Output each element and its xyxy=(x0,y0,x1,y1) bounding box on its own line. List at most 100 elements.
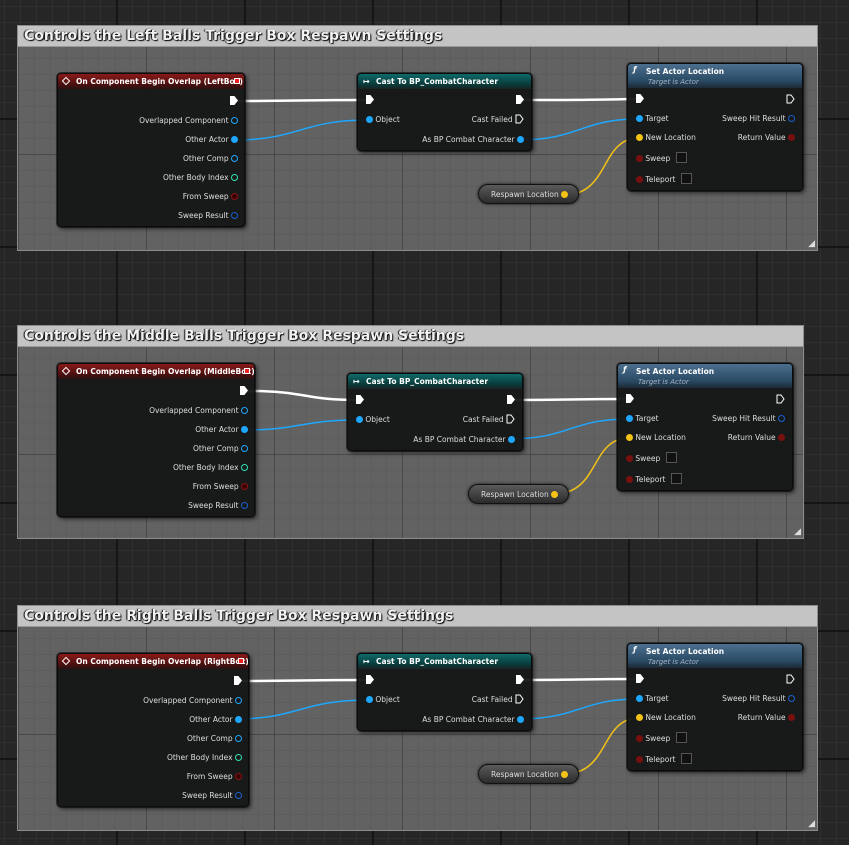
pin-other-body-index[interactable]: Other Body Index xyxy=(173,461,248,475)
resize-handle-icon[interactable]: ◢ xyxy=(794,527,801,537)
exec-in-pin[interactable] xyxy=(636,673,644,687)
event-delegate-pin[interactable] xyxy=(244,368,250,374)
exec-out-pin[interactable] xyxy=(234,675,242,689)
vector-pin-icon[interactable] xyxy=(561,771,568,778)
cast-node[interactable]: ↦ Cast To BP_CombatCharacter Object Cast… xyxy=(357,73,532,151)
pin-sweep-result[interactable]: Sweep Result xyxy=(188,499,248,513)
function-node-header[interactable]: ƒ Set Actor Location Target is Actor xyxy=(628,644,802,668)
pin-sweep[interactable]: Sweep xyxy=(636,732,688,746)
pin-cast-failed[interactable]: Cast Failed xyxy=(463,413,515,427)
pin-new-location[interactable]: New Location xyxy=(636,131,696,145)
exec-out-pin[interactable] xyxy=(507,394,515,408)
pin-from-sweep[interactable]: From Sweep xyxy=(193,480,248,494)
pin-sweep-hit-result[interactable]: Sweep Hit Result xyxy=(722,112,795,126)
cast-node[interactable]: ↦ Cast To BP_CombatCharacter Object Cast… xyxy=(347,373,523,451)
exec-in-pin[interactable] xyxy=(636,93,644,107)
function-node-header[interactable]: ƒ Set Actor Location Target is Actor xyxy=(628,64,802,88)
pin-sweep-hit-result[interactable]: Sweep Hit Result xyxy=(712,412,785,426)
pin-teleport[interactable]: Teleport xyxy=(636,173,693,187)
sweep-checkbox[interactable] xyxy=(676,152,688,163)
pin-other-comp[interactable]: Other Comp xyxy=(193,442,248,456)
respawn-location-variable[interactable]: Respawn Location xyxy=(468,484,569,504)
pin-cast-failed[interactable]: Cast Failed xyxy=(472,693,524,707)
pin-object[interactable]: Object xyxy=(356,413,390,427)
pin-overlapped-component[interactable]: Overlapped Component xyxy=(143,694,242,708)
pin-other-actor[interactable]: Other Actor xyxy=(185,133,238,147)
pin-other-comp[interactable]: Other Comp xyxy=(187,732,242,746)
pin-teleport[interactable]: Teleport xyxy=(626,473,683,487)
pin-label: Other Actor xyxy=(189,715,233,724)
resize-handle-icon[interactable]: ◢ xyxy=(808,239,815,249)
pin-target[interactable]: Target xyxy=(636,692,669,706)
sweep-checkbox[interactable] xyxy=(666,452,678,463)
exec-in-pin[interactable] xyxy=(626,393,634,407)
exec-out-pin[interactable] xyxy=(516,674,524,688)
pin-return-value[interactable]: Return Value xyxy=(738,711,795,725)
pin-from-sweep[interactable]: From Sweep xyxy=(187,770,242,784)
set-actor-location-node[interactable]: ƒ Set Actor Location Target is Actor Tar… xyxy=(617,363,793,491)
pin-sweep-result[interactable]: Sweep Result xyxy=(182,789,242,803)
pin-sweep[interactable]: Sweep xyxy=(626,452,678,466)
pin-sweep[interactable]: Sweep xyxy=(636,152,688,166)
teleport-checkbox[interactable] xyxy=(681,753,693,764)
event-delegate-pin[interactable] xyxy=(234,78,240,84)
event-node-right-box[interactable]: On Component Begin Overlap (RightBox) Ov… xyxy=(57,653,249,807)
pin-overlapped-component[interactable]: Overlapped Component xyxy=(139,114,238,128)
pin-new-location[interactable]: New Location xyxy=(636,711,696,725)
exec-out-pin[interactable] xyxy=(776,393,785,407)
pin-return-value[interactable]: Return Value xyxy=(728,431,785,445)
event-node-left-box[interactable]: On Component Begin Overlap (LeftBox) Ove… xyxy=(57,73,245,227)
pin-sweep-hit-result[interactable]: Sweep Hit Result xyxy=(722,692,795,706)
pin-overlapped-component[interactable]: Overlapped Component xyxy=(149,404,248,418)
pin-new-location[interactable]: New Location xyxy=(626,431,686,445)
event-node-header[interactable]: On Component Begin Overlap (RightBox) xyxy=(58,654,248,669)
exec-in-pin[interactable] xyxy=(356,394,364,408)
teleport-checkbox[interactable] xyxy=(671,473,683,484)
pin-other-body-index[interactable]: Other Body Index xyxy=(163,171,238,185)
exec-out-pin[interactable] xyxy=(786,93,795,107)
pin-teleport[interactable]: Teleport xyxy=(636,753,693,767)
set-actor-location-node[interactable]: ƒ Set Actor Location Target is Actor Tar… xyxy=(627,643,803,771)
cast-node-header[interactable]: ↦ Cast To BP_CombatCharacter xyxy=(348,374,522,389)
pin-from-sweep[interactable]: From Sweep xyxy=(183,190,238,204)
pin-object[interactable]: Object xyxy=(366,693,400,707)
sweep-checkbox[interactable] xyxy=(676,732,688,743)
pin-as-bp-combat-character[interactable]: As BP Combat Character xyxy=(422,713,524,727)
event-node-middle-box[interactable]: On Component Begin Overlap (MiddleBox) O… xyxy=(57,363,255,517)
pin-as-bp-combat-character[interactable]: As BP Combat Character xyxy=(422,133,524,147)
resize-handle-icon[interactable]: ◢ xyxy=(808,819,815,829)
exec-in-pin[interactable] xyxy=(366,674,374,688)
pin-other-actor[interactable]: Other Actor xyxy=(189,713,242,727)
comment-title[interactable]: Controls the Middle Balls Trigger Box Re… xyxy=(18,326,803,347)
respawn-location-variable[interactable]: Respawn Location xyxy=(478,764,579,784)
comment-title[interactable]: Controls the Left Balls Trigger Box Resp… xyxy=(18,26,817,47)
exec-out-pin[interactable] xyxy=(240,385,248,399)
pin-target[interactable]: Target xyxy=(636,112,669,126)
respawn-location-variable[interactable]: Respawn Location xyxy=(478,184,579,204)
pin-other-comp[interactable]: Other Comp xyxy=(183,152,238,166)
exec-out-pin[interactable] xyxy=(516,94,524,108)
pin-sweep-result[interactable]: Sweep Result xyxy=(178,209,238,223)
vector-pin-icon[interactable] xyxy=(551,491,558,498)
cast-node-header[interactable]: ↦ Cast To BP_CombatCharacter xyxy=(358,654,531,669)
event-node-header[interactable]: On Component Begin Overlap (MiddleBox) xyxy=(58,364,254,379)
pin-target[interactable]: Target xyxy=(626,412,659,426)
cast-node[interactable]: ↦ Cast To BP_CombatCharacter Object Cast… xyxy=(357,653,532,731)
pin-as-bp-combat-character[interactable]: As BP Combat Character xyxy=(413,433,515,447)
pin-return-value[interactable]: Return Value xyxy=(738,131,795,145)
event-node-header[interactable]: On Component Begin Overlap (LeftBox) xyxy=(58,74,244,89)
vector-pin-icon[interactable] xyxy=(561,191,568,198)
exec-in-pin[interactable] xyxy=(366,94,374,108)
function-node-header[interactable]: ƒ Set Actor Location Target is Actor xyxy=(618,364,792,388)
pin-other-body-index[interactable]: Other Body Index xyxy=(167,751,242,765)
pin-other-actor[interactable]: Other Actor xyxy=(195,423,248,437)
pin-object[interactable]: Object xyxy=(366,113,400,127)
exec-out-pin[interactable] xyxy=(230,95,238,109)
event-delegate-pin[interactable] xyxy=(238,658,244,664)
pin-cast-failed[interactable]: Cast Failed xyxy=(472,113,524,127)
teleport-checkbox[interactable] xyxy=(681,173,693,184)
exec-out-pin[interactable] xyxy=(786,673,795,687)
comment-title[interactable]: Controls the Right Balls Trigger Box Res… xyxy=(18,606,817,627)
cast-node-header[interactable]: ↦ Cast To BP_CombatCharacter xyxy=(358,74,531,89)
set-actor-location-node[interactable]: ƒ Set Actor Location Target is Actor Tar… xyxy=(627,63,803,191)
